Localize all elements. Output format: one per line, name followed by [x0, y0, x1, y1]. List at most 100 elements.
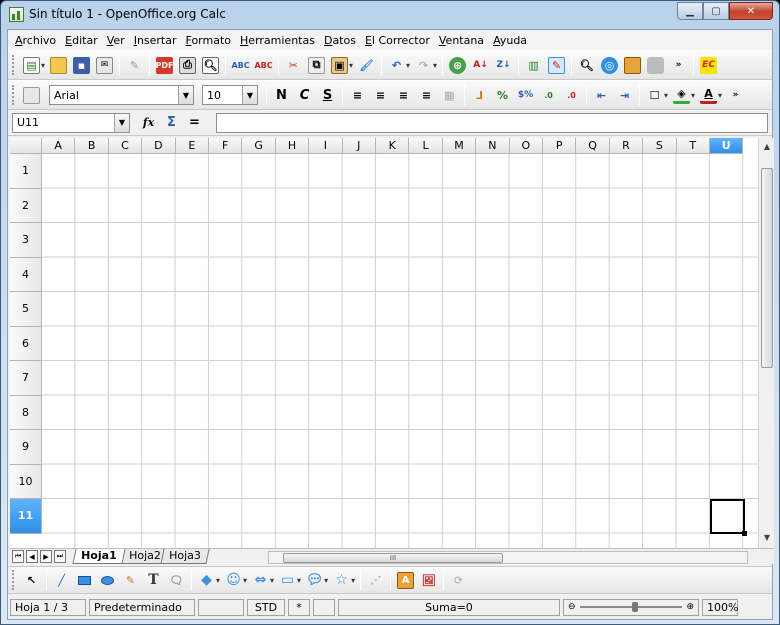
row-header-6[interactable]: 6	[10, 326, 42, 361]
flowcharts-icon[interactable]: ▭	[279, 572, 296, 589]
close-button[interactable]: ✕	[729, 2, 773, 20]
zoom-out-icon[interactable]: ⊖	[568, 600, 576, 615]
page-preview-icon[interactable]: 🔍︎	[202, 56, 220, 74]
menu-el-corrector[interactable]: El Corrector	[362, 34, 433, 47]
callout-shapes-icon[interactable]: 💬︎	[306, 572, 324, 589]
column-header-b[interactable]: B	[75, 138, 109, 154]
freeform-line-icon[interactable]: ✎	[122, 572, 139, 589]
el-corrector-icon[interactable]: EC	[700, 56, 718, 74]
zoom-slider-knob[interactable]	[631, 602, 638, 612]
function-equals-icon[interactable]: =	[186, 114, 203, 131]
row-header-10[interactable]: 10	[10, 464, 42, 499]
undo-icon[interactable]: ↶	[388, 57, 405, 74]
status-page-style[interactable]: Predeterminado	[89, 598, 195, 616]
stars-icon[interactable]: ☆	[333, 572, 350, 589]
sort-descending-icon[interactable]: Z↓	[495, 57, 512, 74]
zoom-in-icon[interactable]: ⊕	[686, 600, 694, 615]
open-folder-icon[interactable]	[50, 56, 68, 74]
menu-editar[interactable]: Editar	[62, 34, 101, 47]
basic-shapes-icon[interactable]: ◆	[198, 572, 215, 589]
chevron-down-icon[interactable]: ▼	[114, 113, 129, 132]
email-icon[interactable]: ✉	[96, 56, 114, 74]
column-header-n[interactable]: N	[476, 138, 510, 154]
percent-format-icon[interactable]: $%	[517, 87, 534, 104]
from-file-icon[interactable]: 🖼︎	[420, 572, 437, 589]
column-header-l[interactable]: L	[409, 138, 443, 154]
block-arrows-icon[interactable]: ⇔	[252, 572, 269, 589]
copy-icon[interactable]: ⧉	[308, 56, 326, 74]
menu-archivo[interactable]: Archivo	[12, 34, 59, 47]
menu-ventana[interactable]: Ventana	[436, 34, 487, 47]
sum-icon[interactable]: Σ	[163, 114, 180, 131]
menu-ver[interactable]: Ver	[104, 34, 128, 47]
find-replace-icon[interactable]: 🔍︎	[578, 57, 595, 74]
export-pdf-icon[interactable]: PDF	[156, 56, 174, 74]
row-header-5[interactable]: 5	[10, 292, 42, 327]
borders-icon[interactable]: ☐	[646, 87, 663, 104]
column-header-d[interactable]: D	[142, 138, 176, 154]
scroll-down-icon[interactable]: ▼	[760, 530, 774, 544]
format-paintbrush-icon[interactable]: 🖌︎	[358, 57, 375, 74]
chevron-down-icon[interactable]: ▼	[242, 86, 257, 104]
column-header-p[interactable]: P	[543, 138, 577, 154]
column-header-g[interactable]: G	[242, 138, 276, 154]
spellcheck-icon[interactable]: ABC	[231, 57, 249, 74]
cut-icon[interactable]: ✂	[285, 57, 302, 74]
new-document-icon[interactable]: ▤	[23, 56, 40, 74]
menu-ayuda[interactable]: Ayuda	[490, 34, 530, 47]
edit-file-icon[interactable]: ✎	[126, 57, 143, 74]
bold-button[interactable]: N	[273, 87, 290, 104]
ellipse-icon[interactable]	[99, 572, 116, 589]
selected-cell-cursor[interactable]	[710, 499, 747, 536]
toolbar-grip[interactable]	[12, 85, 16, 105]
scroll-up-icon[interactable]: ▲	[760, 139, 774, 153]
horizontal-scrollbar[interactable]: III	[268, 551, 748, 564]
toolbar-overflow-icon[interactable]: »	[727, 87, 744, 104]
align-left-icon[interactable]: ≡	[349, 87, 366, 104]
symbol-shapes-icon[interactable]: ☺	[225, 572, 242, 589]
print-icon[interactable]: ⎙	[179, 56, 197, 74]
chart-icon[interactable]: ▥	[525, 57, 542, 74]
underline-button[interactable]: S	[319, 87, 336, 104]
show-draw-functions-icon[interactable]: ✎	[548, 56, 566, 74]
zoom-level[interactable]: 100%	[702, 598, 738, 616]
menu-herramientas[interactable]: Herramientas	[237, 34, 318, 47]
select-arrow-icon[interactable]: ↖	[23, 572, 40, 589]
gallery-icon[interactable]	[624, 56, 642, 74]
column-header-r[interactable]: R	[609, 138, 644, 154]
column-header-j[interactable]: J	[342, 138, 376, 154]
delete-decimal-icon[interactable]: .0	[563, 87, 580, 104]
font-name-combo[interactable]: Arial ▼	[49, 85, 194, 105]
italic-button[interactable]: C	[296, 87, 313, 104]
styles-formatting-icon[interactable]	[23, 86, 40, 104]
next-sheet-icon[interactable]: ▶	[40, 550, 52, 563]
increase-indent-icon[interactable]: ⇥	[616, 87, 633, 104]
column-header-a[interactable]: A	[42, 138, 76, 154]
paste-icon[interactable]: ▣	[331, 56, 349, 74]
row-header-2[interactable]: 2	[10, 188, 42, 223]
align-right-icon[interactable]: ≡	[395, 87, 412, 104]
column-header-m[interactable]: M	[442, 138, 477, 154]
sort-ascending-icon[interactable]: A↓	[472, 57, 489, 74]
column-header-i[interactable]: I	[309, 138, 343, 154]
text-direction-icon[interactable]: ⅃	[471, 87, 488, 104]
minimize-button[interactable]: ▁	[677, 2, 703, 20]
row-header-11[interactable]: 11	[10, 499, 42, 534]
toolbar-overflow-icon[interactable]: »	[670, 57, 687, 74]
points-icon[interactable]: ⋰	[367, 572, 384, 589]
row-header-8[interactable]: 8	[10, 395, 42, 430]
font-size-combo[interactable]: 10 ▼	[202, 85, 258, 105]
column-header-s[interactable]: S	[643, 138, 677, 154]
extrusion-icon[interactable]: ⟳	[450, 572, 467, 589]
column-header-e[interactable]: E	[175, 138, 209, 154]
add-decimal-icon[interactable]: .0	[540, 87, 557, 104]
chevron-down-icon[interactable]: ▼	[178, 86, 193, 104]
horizontal-scroll-thumb[interactable]: III	[283, 553, 503, 563]
background-color-icon[interactable]: ◈	[673, 87, 691, 104]
first-sheet-icon[interactable]: ⏮	[12, 550, 24, 563]
last-sheet-icon[interactable]: ⏭	[54, 550, 66, 563]
vertical-scroll-thumb[interactable]	[761, 168, 773, 368]
cell-area[interactable]	[42, 154, 758, 548]
formula-input[interactable]	[216, 113, 768, 133]
toolbar-grip[interactable]	[12, 55, 16, 75]
